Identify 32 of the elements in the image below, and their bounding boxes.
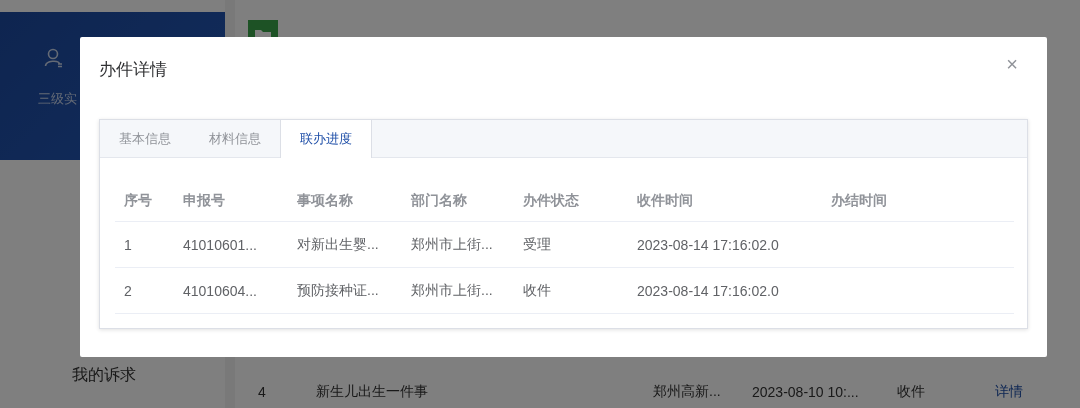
table-cell: 郑州市上街... (402, 221, 514, 268)
table-cell: 41010601... (174, 221, 288, 268)
table-cell: 预防接种证... (288, 267, 402, 314)
tab[interactable]: 材料信息 (190, 120, 280, 157)
table-cell: 2 (115, 267, 174, 314)
table-cell-text: 2023-08-10 10:... (752, 384, 860, 400)
dialog-title: 办件详情 (99, 59, 167, 81)
close-button[interactable]: × (1004, 53, 1020, 76)
details-link[interactable]: 详情 (995, 383, 1023, 401)
table-cell: 1 (115, 221, 174, 268)
table-cell: 2023-08-14 17:16:02.0 (628, 221, 822, 268)
column-header: 申报号 (174, 181, 288, 222)
column-header: 部门名称 (402, 181, 514, 222)
table-cell-text: 收件 (897, 383, 926, 401)
user-level-text: 三级实 (38, 90, 78, 108)
column-header: 办结时间 (822, 181, 1014, 222)
table-cell-text: 新生儿出生一件事 (316, 383, 429, 401)
table-cell: 郑州市上街... (402, 267, 514, 314)
table-cell-text: 郑州高新... (653, 383, 722, 401)
table-cell: 对新出生婴... (288, 221, 402, 268)
table-cell: 收件 (514, 267, 628, 314)
column-header: 办件状态 (514, 181, 628, 222)
table-cell-text: 4 (258, 384, 267, 400)
column-header: 收件时间 (628, 181, 822, 222)
tab[interactable]: 基本信息 (100, 120, 190, 157)
table-cell: 受理 (514, 221, 628, 268)
column-header: 序号 (115, 181, 174, 222)
table-cell: 41010604... (174, 267, 288, 314)
table-cell: 2023-08-14 17:16:02.0 (628, 267, 822, 314)
user-icon (44, 48, 64, 68)
tab[interactable]: 联办进度 (280, 120, 372, 158)
column-header: 事项名称 (288, 181, 402, 222)
